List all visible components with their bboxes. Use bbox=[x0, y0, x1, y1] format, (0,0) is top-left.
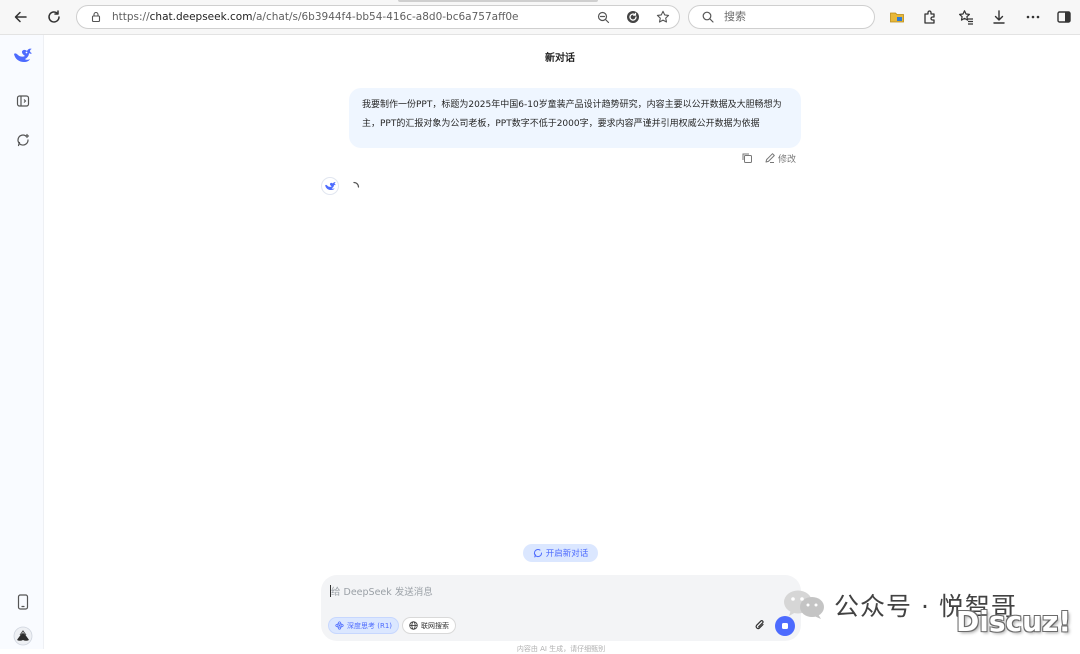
extensions-button[interactable] bbox=[918, 5, 942, 29]
left-rail bbox=[0, 35, 44, 649]
pencil-icon bbox=[765, 153, 775, 163]
extensions-icon bbox=[924, 10, 935, 24]
url-prefix: https:// bbox=[112, 11, 150, 23]
favorites-icon bbox=[959, 10, 973, 25]
browser-search-box[interactable]: 搜索 bbox=[688, 5, 875, 29]
paperclip-icon bbox=[755, 620, 764, 630]
folder-icon bbox=[890, 12, 904, 23]
favorites-button[interactable] bbox=[954, 5, 978, 29]
search-icon bbox=[700, 9, 716, 25]
copy-button[interactable] bbox=[741, 151, 753, 165]
user-avatar[interactable] bbox=[12, 625, 34, 647]
spinner-icon bbox=[353, 181, 360, 188]
web-search-label: 联网搜索 bbox=[421, 621, 449, 630]
zoom-icon[interactable] bbox=[595, 9, 611, 25]
new-chat-icon bbox=[533, 549, 542, 558]
reload-icon bbox=[48, 10, 60, 23]
whale-logo-icon bbox=[324, 181, 336, 190]
message-input[interactable] bbox=[329, 581, 733, 603]
ai-disclaimer: 内容由 AI 生成，请仔细甄别 bbox=[516, 645, 606, 653]
edit-label: 修改 bbox=[778, 154, 797, 165]
search-placeholder: 搜索 bbox=[724, 10, 746, 23]
panel-toggle-icon bbox=[16, 95, 30, 107]
user-message-bubble: 我要制作一份PPT，标题为2025年中国6-10岁童装产品设计趋势研究，内容主要… bbox=[349, 88, 801, 148]
edit-button[interactable]: 修改 bbox=[764, 151, 796, 165]
rail-new-chat-button[interactable] bbox=[12, 129, 34, 151]
star-icon[interactable] bbox=[655, 9, 671, 25]
atom-icon bbox=[335, 621, 344, 630]
collections-button[interactable] bbox=[885, 5, 909, 29]
web-search-toggle[interactable]: 联网搜索 bbox=[402, 617, 456, 634]
discuz-watermark: Discuz! bbox=[956, 605, 1072, 638]
message-composer: 深度思考 (R1) 联网搜索 bbox=[321, 575, 801, 641]
back-icon bbox=[14, 11, 27, 23]
url-path: /a/chat/s/6b3944f4-bb54-416c-a8d0-bc6a75… bbox=[252, 11, 519, 23]
tab-indicator bbox=[398, 0, 598, 2]
more-button[interactable] bbox=[1021, 5, 1045, 29]
wechat-watermark-logo bbox=[782, 588, 826, 620]
phone-icon bbox=[17, 594, 29, 610]
copy-icon bbox=[742, 153, 752, 163]
loading-spinner bbox=[348, 178, 360, 190]
address-bar[interactable]: https://chat.deepseek.com/a/chat/s/6b394… bbox=[76, 5, 680, 29]
download-button[interactable] bbox=[987, 5, 1011, 29]
download-icon bbox=[993, 10, 1005, 24]
sidebar-button[interactable] bbox=[1052, 5, 1076, 29]
url-host: chat.deepseek.com bbox=[149, 11, 253, 23]
lock-icon[interactable] bbox=[88, 9, 104, 25]
new-chat-icon bbox=[17, 133, 30, 147]
globe-icon bbox=[409, 621, 418, 630]
page-title: 新对话 bbox=[545, 53, 575, 64]
refresh-badge-icon[interactable] bbox=[625, 9, 641, 25]
mobile-app-button[interactable] bbox=[12, 591, 34, 613]
url-text[interactable]: https://chat.deepseek.com/a/chat/s/6b394… bbox=[112, 6, 518, 28]
toggle-sidebar-button[interactable] bbox=[12, 90, 34, 112]
user-message-text: 我要制作一份PPT，标题为2025年中国6-10岁童装产品设计趋势研究，内容主要… bbox=[362, 100, 782, 129]
sidebar-icon bbox=[1057, 11, 1071, 23]
browser-toolbar: https://chat.deepseek.com/a/chat/s/6b394… bbox=[0, 0, 1080, 35]
deep-think-toggle[interactable]: 深度思考 (R1) bbox=[328, 617, 400, 634]
attach-button[interactable] bbox=[751, 616, 769, 634]
deep-think-label: 深度思考 (R1) bbox=[347, 621, 393, 630]
more-icon bbox=[1026, 15, 1040, 19]
wechat-icon bbox=[784, 590, 824, 619]
new-chat-label: 开启新对话 bbox=[545, 549, 589, 559]
assistant-avatar bbox=[321, 177, 339, 195]
new-chat-button[interactable]: 开启新对话 bbox=[523, 544, 598, 562]
stop-icon bbox=[782, 623, 788, 629]
reload-button[interactable] bbox=[42, 5, 66, 29]
back-button[interactable] bbox=[9, 5, 33, 29]
